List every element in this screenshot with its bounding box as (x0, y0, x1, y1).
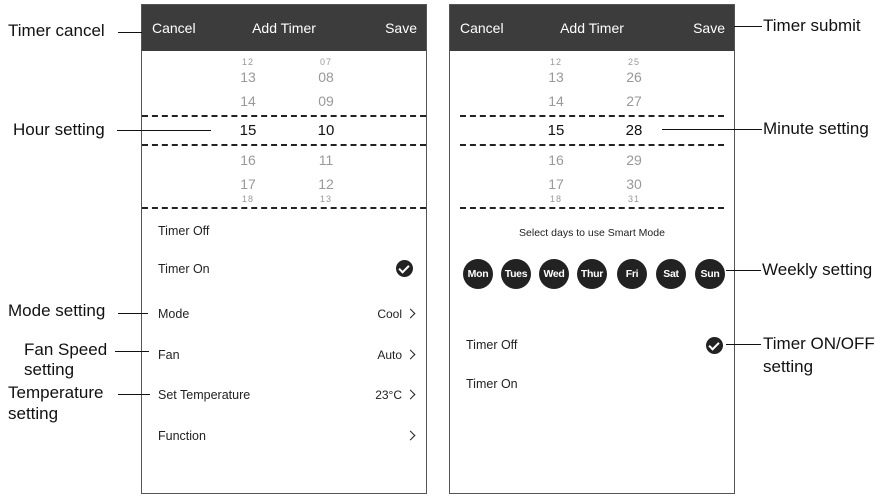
hour-option[interactable]: 18 (536, 194, 576, 204)
hour-option[interactable]: 14 (228, 93, 268, 109)
chevron-right-icon (405, 308, 416, 319)
hour-selected[interactable]: 15 (228, 122, 268, 139)
minute-option[interactable]: 26 (614, 69, 654, 85)
mode-row[interactable]: Mode Cool (158, 307, 416, 321)
callout-mode-setting: Mode setting (8, 301, 106, 320)
selection-divider-bottom (460, 144, 724, 146)
fan-row[interactable]: Fan Auto (158, 348, 416, 362)
picker-divider (142, 207, 426, 209)
save-button[interactable]: Save (693, 20, 725, 36)
chevron-right-icon (405, 430, 416, 441)
chevron-right-icon (405, 349, 416, 360)
callout-line (662, 129, 762, 130)
callout-line (118, 313, 148, 314)
hour-option[interactable]: 14 (536, 93, 576, 109)
mode-label: Mode (158, 307, 190, 321)
fan-label: Fan (158, 348, 180, 362)
header-bar: Cancel Add Timer Save (450, 5, 734, 51)
callout-line (726, 270, 761, 271)
minute-option[interactable]: 29 (614, 152, 654, 168)
callout-fan-speed: Fan Speed (24, 340, 108, 359)
timer-off-label: Timer Off (158, 224, 210, 238)
callout-line (115, 351, 149, 352)
timer-on-label: Timer On (158, 262, 210, 276)
chevron-right-icon (405, 389, 416, 400)
callout-line (734, 26, 762, 27)
function-label: Function (158, 429, 206, 443)
hour-option[interactable]: 17 (228, 176, 268, 192)
timer-screen-left: Cancel Add Timer Save 12 13 14 15 16 17 … (141, 4, 427, 494)
minute-option[interactable]: 11 (306, 152, 346, 168)
day-sun[interactable]: Sun (695, 259, 725, 289)
timer-off-label: Timer Off (466, 338, 518, 352)
minute-option[interactable]: 27 (614, 93, 654, 109)
minute-option[interactable]: 30 (614, 176, 654, 192)
hour-option[interactable]: 13 (228, 69, 268, 85)
minute-option[interactable]: 25 (614, 57, 654, 67)
mode-value: Cool (377, 307, 402, 321)
temperature-value: 23°C (375, 388, 402, 402)
callout-line (726, 344, 761, 345)
callout-temperature: Temperature (8, 383, 104, 402)
day-mon[interactable]: Mon (463, 259, 493, 289)
timer-screen-right: Cancel Add Timer Save 12 13 14 15 16 17 … (449, 4, 735, 494)
day-sat[interactable]: Sat (656, 259, 686, 289)
save-button[interactable]: Save (385, 20, 417, 36)
minute-option[interactable]: 12 (306, 176, 346, 192)
selection-divider-bottom (142, 144, 426, 146)
callout-temperature-2: setting (8, 404, 59, 423)
timer-on-option[interactable]: Timer On (466, 377, 722, 391)
temperature-row[interactable]: Set Temperature 23°C (158, 388, 416, 402)
hour-selected[interactable]: 15 (536, 122, 576, 139)
function-row[interactable]: Function (158, 429, 416, 443)
callout-line (118, 394, 150, 395)
timer-on-label: Timer On (466, 377, 518, 391)
day-fri[interactable]: Fri (617, 259, 647, 289)
hour-option[interactable]: 18 (228, 194, 268, 204)
minute-option[interactable]: 31 (614, 194, 654, 204)
callout-line (118, 32, 142, 33)
day-tue[interactable]: Tues (501, 259, 531, 289)
callout-minute-setting: Minute setting (763, 119, 869, 138)
callout-hour-setting: Hour setting (13, 120, 105, 139)
header-bar: Cancel Add Timer Save (142, 5, 426, 51)
hour-option[interactable]: 17 (536, 176, 576, 192)
screen-title: Add Timer (560, 20, 624, 36)
callout-timer-onoff: Timer ON/OFF (763, 334, 875, 353)
selection-divider-top (142, 115, 426, 117)
day-wed[interactable]: Wed (539, 259, 569, 289)
minute-option[interactable]: 09 (306, 93, 346, 109)
temperature-label: Set Temperature (158, 388, 251, 402)
timer-on-option[interactable]: Timer On (158, 262, 414, 276)
minute-selected[interactable]: 10 (306, 122, 346, 139)
callout-weekly-setting: Weekly setting (762, 260, 873, 279)
timer-off-option[interactable]: Timer Off (158, 224, 414, 238)
callout-timer-onoff-2: setting (763, 357, 814, 376)
fan-value: Auto (377, 348, 402, 362)
hour-option[interactable]: 16 (228, 152, 268, 168)
hour-option[interactable]: 12 (536, 57, 576, 67)
picker-divider (460, 207, 724, 209)
hour-option[interactable]: 16 (536, 152, 576, 168)
callout-timer-cancel: Timer cancel (8, 21, 105, 40)
checkmark-icon[interactable] (706, 337, 723, 354)
hour-option[interactable]: 13 (536, 69, 576, 85)
smart-mode-hint: Select days to use Smart Mode (519, 227, 665, 239)
checkmark-icon[interactable] (396, 260, 413, 277)
timer-off-option[interactable]: Timer Off (466, 338, 722, 352)
hour-option[interactable]: 12 (228, 57, 268, 67)
day-thu[interactable]: Thur (577, 259, 607, 289)
weekday-selector: Mon Tues Wed Thur Fri Sat Sun (463, 259, 725, 289)
minute-selected[interactable]: 28 (614, 122, 654, 139)
selection-divider-top (460, 115, 724, 117)
callout-timer-submit: Timer submit (763, 16, 861, 35)
minute-option[interactable]: 13 (306, 194, 346, 204)
screen-title: Add Timer (252, 20, 316, 36)
callout-fan-speed-2: setting (24, 360, 75, 379)
minute-option[interactable]: 08 (306, 69, 346, 85)
minute-option[interactable]: 07 (306, 57, 346, 67)
callout-line (117, 130, 211, 131)
